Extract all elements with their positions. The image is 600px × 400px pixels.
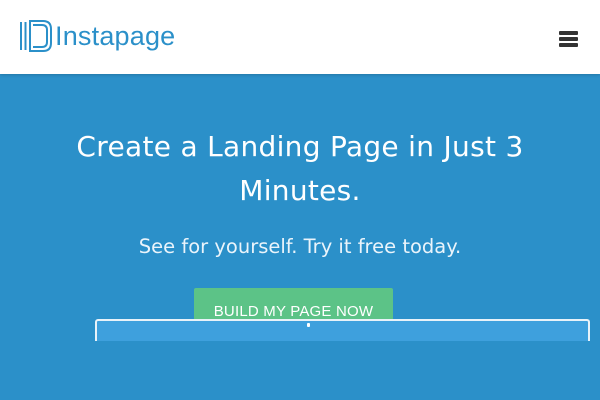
instapage-logo-icon — [20, 20, 52, 52]
menu-bar — [559, 37, 578, 41]
preview-cursor-icon — [307, 323, 310, 327]
logo-link[interactable]: Instapage — [19, 19, 175, 53]
builder-preview-frame — [95, 319, 590, 341]
hero-title: Create a Landing Page in Just 3 Minutes. — [76, 130, 524, 207]
hamburger-menu-icon[interactable] — [559, 31, 578, 48]
hero-subtitle: See for yourself. Try it free today. — [138, 235, 462, 258]
hero-section: Create a Landing Page in Just 3 Minutes.… — [0, 74, 600, 400]
menu-bar — [559, 43, 578, 47]
menu-bar — [559, 31, 578, 35]
page: Instapage Create a Landing Page in Just … — [0, 0, 600, 400]
logo-text: Instapage — [55, 21, 176, 51]
site-header: Instapage — [0, 0, 600, 74]
